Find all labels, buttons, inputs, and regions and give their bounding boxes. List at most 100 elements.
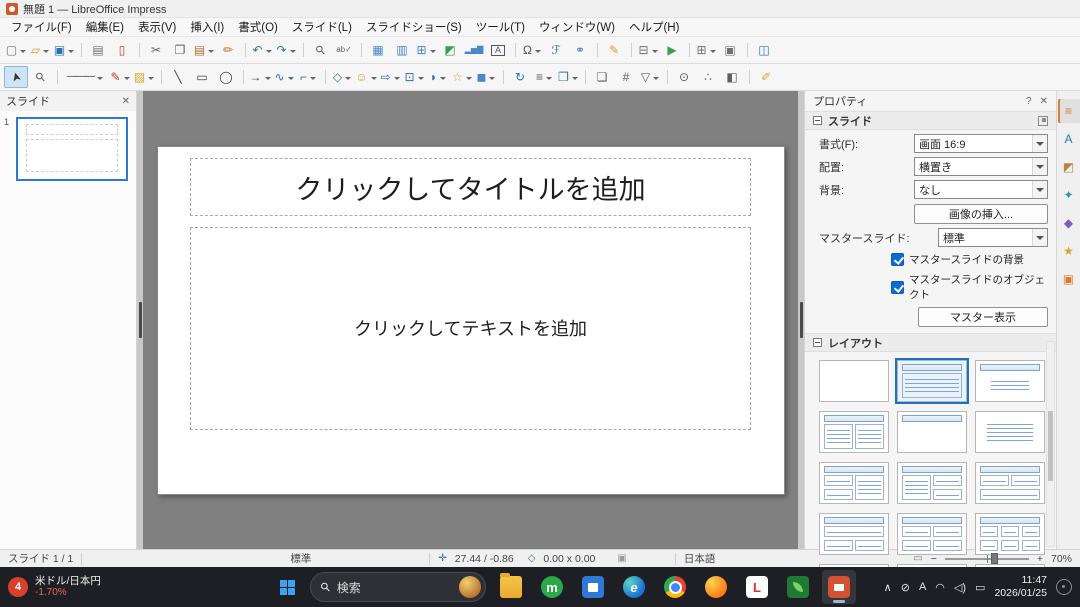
rotate-icon[interactable]: ↻ bbox=[508, 66, 532, 88]
tray-battery-icon[interactable]: ▭ bbox=[975, 581, 985, 594]
chevron-down-icon[interactable] bbox=[1032, 181, 1047, 198]
layout-title-only[interactable] bbox=[897, 411, 967, 453]
notification-icon[interactable] bbox=[1056, 579, 1072, 595]
menu-item[interactable]: スライドショー(S) bbox=[359, 18, 469, 36]
insert-textbox-icon[interactable]: A bbox=[486, 39, 510, 61]
fill-color-icon[interactable]: ▨ bbox=[132, 66, 156, 88]
paste-icon[interactable]: ▤ bbox=[192, 39, 216, 61]
green-app-icon[interactable]: m bbox=[535, 570, 569, 604]
splitter-handle[interactable] bbox=[800, 302, 803, 338]
display-views-icon[interactable]: ⊟ bbox=[636, 39, 660, 61]
select-icon[interactable]: ➤ bbox=[4, 66, 28, 88]
start-slideshow-icon[interactable]: ▶ bbox=[660, 39, 684, 61]
master-background-checkbox[interactable] bbox=[891, 253, 904, 266]
leaf-app-icon[interactable] bbox=[781, 570, 815, 604]
slides-panel-close-icon[interactable]: ✕ bbox=[122, 96, 130, 107]
new-slide-icon[interactable]: ⊞ bbox=[694, 39, 718, 61]
taskbar-search[interactable]: ⚲ 検索 bbox=[310, 572, 486, 602]
splitter-handle[interactable] bbox=[139, 302, 142, 338]
hyperlink-icon[interactable]: ⚭ bbox=[568, 39, 592, 61]
snap-guides-icon[interactable]: ▥ bbox=[390, 39, 414, 61]
zoom-slider-thumb[interactable] bbox=[991, 553, 998, 564]
menu-item[interactable]: ファイル(F) bbox=[4, 18, 79, 36]
fontwork-icon[interactable]: ℱ bbox=[544, 39, 568, 61]
sidebar-toggle-icon[interactable]: ◫ bbox=[752, 39, 776, 61]
arrows-icon[interactable]: → bbox=[248, 66, 272, 88]
impress-taskbar-icon[interactable] bbox=[822, 570, 856, 604]
tab-animation[interactable]: ★ bbox=[1058, 239, 1080, 263]
master-objects-checkbox[interactable] bbox=[891, 281, 904, 294]
l-app-icon[interactable]: L bbox=[740, 570, 774, 604]
layout-blank[interactable] bbox=[819, 360, 889, 402]
open-folder-icon[interactable]: ▱ bbox=[28, 39, 52, 61]
layout-2content-content[interactable] bbox=[819, 462, 889, 504]
menu-item[interactable]: ウィンドウ(W) bbox=[532, 18, 622, 36]
line-color-icon[interactable]: ✎ bbox=[108, 66, 132, 88]
line-style-select[interactable]: ——— bbox=[62, 66, 108, 88]
collapse-icon[interactable] bbox=[813, 116, 822, 125]
language-status[interactable]: 日本語 bbox=[684, 551, 716, 566]
menu-item[interactable]: 挿入(I) bbox=[183, 18, 231, 36]
background-select[interactable]: なし bbox=[914, 180, 1048, 199]
layout-title-2content[interactable] bbox=[819, 411, 889, 453]
show-draw-functions-icon[interactable]: ✎ bbox=[602, 39, 626, 61]
more-options-icon[interactable] bbox=[1038, 116, 1048, 126]
insert-chart-icon[interactable]: ▂▅▇ bbox=[462, 39, 486, 61]
content-placeholder[interactable]: クリックしてテキストを追加 bbox=[190, 227, 751, 430]
store-icon[interactable] bbox=[576, 570, 610, 604]
chevron-down-icon[interactable] bbox=[1032, 135, 1047, 152]
layout-4content[interactable] bbox=[897, 513, 967, 555]
layout-6content[interactable] bbox=[975, 513, 1045, 555]
symbol-shapes-icon[interactable]: ☺ bbox=[354, 66, 378, 88]
search-highlight-image[interactable] bbox=[459, 576, 481, 598]
insert-table-icon[interactable]: ⊞ bbox=[414, 39, 438, 61]
spelling-icon[interactable]: ab✓ bbox=[332, 39, 356, 61]
points-icon[interactable]: ⊙ bbox=[672, 66, 696, 88]
stars-banners-icon[interactable]: ☆ bbox=[450, 66, 474, 88]
flowchart-icon[interactable]: ⊡ bbox=[402, 66, 426, 88]
layout-2content-over-content[interactable] bbox=[975, 462, 1045, 504]
collapse-icon[interactable] bbox=[813, 338, 822, 347]
menu-item[interactable]: 編集(E) bbox=[79, 18, 131, 36]
menu-item[interactable]: ツール(T) bbox=[469, 18, 532, 36]
callouts-icon[interactable]: ◗ bbox=[426, 66, 450, 88]
zoom-icon[interactable]: ⚲ bbox=[28, 66, 52, 88]
properties-scrollbar[interactable] bbox=[1046, 341, 1055, 547]
interaction-icon[interactable]: ✐ bbox=[754, 66, 778, 88]
curves-icon[interactable]: ∿ bbox=[272, 66, 296, 88]
scrollbar-thumb[interactable] bbox=[1048, 411, 1053, 481]
new-document-icon[interactable]: ▢ bbox=[4, 39, 28, 61]
tray-ime-icon[interactable]: A bbox=[919, 581, 926, 593]
help-icon[interactable]: ? bbox=[1026, 96, 1032, 107]
tab-styles[interactable]: A bbox=[1058, 127, 1080, 151]
format-select[interactable]: 画面 16:9 bbox=[914, 134, 1048, 153]
basic-shapes-icon[interactable]: ◇ bbox=[330, 66, 354, 88]
align-objects-icon[interactable]: ≡ bbox=[532, 66, 556, 88]
chevron-down-icon[interactable] bbox=[1032, 229, 1047, 246]
save-icon[interactable]: ▣ bbox=[52, 39, 76, 61]
line-icon[interactable]: ╲ bbox=[166, 66, 190, 88]
display-grid-icon[interactable]: ▦ bbox=[366, 39, 390, 61]
3d-objects-icon[interactable]: ◼ bbox=[474, 66, 498, 88]
redo-icon[interactable]: ↷ bbox=[274, 39, 298, 61]
layout-title-content[interactable] bbox=[897, 360, 967, 402]
layout-title-slide[interactable] bbox=[975, 360, 1045, 402]
master-view-button[interactable]: マスター表示 bbox=[918, 307, 1048, 327]
filter-icon[interactable]: ▽ bbox=[638, 66, 662, 88]
tray-volume-icon[interactable]: ◁) bbox=[954, 581, 966, 594]
extrusion-icon[interactable]: ◧ bbox=[720, 66, 744, 88]
tab-navigator[interactable]: ✦ bbox=[1058, 183, 1080, 207]
layout-centered-text[interactable] bbox=[975, 411, 1045, 453]
tab-properties[interactable]: ≡ bbox=[1058, 99, 1080, 123]
menu-item[interactable]: 表示(V) bbox=[131, 18, 183, 36]
menu-item[interactable]: スライド(L) bbox=[285, 18, 359, 36]
tray-chevron-icon[interactable]: ∧ bbox=[884, 581, 892, 594]
zoom-slider[interactable] bbox=[945, 552, 1029, 566]
copy-icon[interactable]: ❐ bbox=[168, 39, 192, 61]
edge-icon[interactable]: e bbox=[617, 570, 651, 604]
start-button[interactable] bbox=[272, 572, 302, 602]
tray-hidden-eye-icon[interactable]: ⊘ bbox=[901, 581, 910, 594]
tab-shapes[interactable]: ◆ bbox=[1058, 211, 1080, 235]
undo-icon[interactable]: ↶ bbox=[250, 39, 274, 61]
slide-thumbnail[interactable] bbox=[16, 117, 128, 181]
